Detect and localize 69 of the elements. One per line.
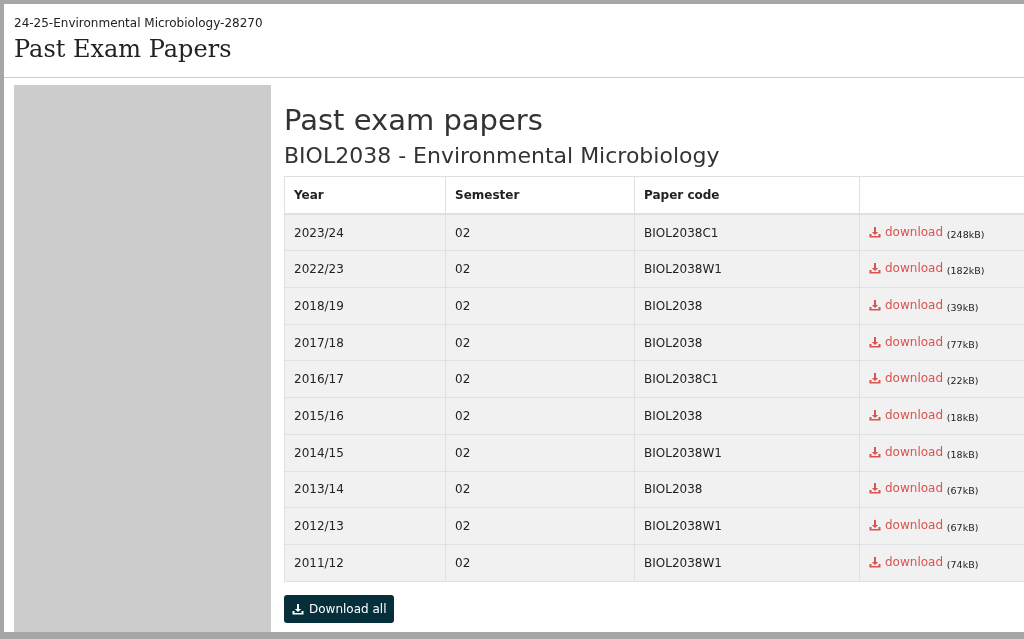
table-cell: BIOL2038 [634,397,860,435]
table-cell: BIOL2038C1 [634,360,860,398]
column-header: Paper code [634,176,860,214]
table-cell: 02 [445,397,635,435]
table-cell: 02 [445,434,635,471]
download-link[interactable]: download [869,444,944,459]
download-icon [869,298,881,311]
file-size: (182kB) [946,265,985,277]
table-cell: 2012/13 [284,507,446,545]
table-cell: 02 [445,213,635,251]
column-header: Semester [445,176,635,214]
table-cell: 2018/19 [284,287,446,325]
download-link[interactable]: download [869,334,944,349]
table-cell: 2016/17 [284,360,446,398]
table-cell: 02 [445,250,635,288]
file-size: (18kB) [946,448,979,460]
download-link[interactable]: download [869,518,944,533]
download-icon [869,372,881,385]
file-size: (74kB) [946,558,979,570]
table-cell: 2022/23 [284,250,446,288]
table-cell: BIOL2038W1 [634,434,860,471]
table-cell: 2023/24 [284,213,446,251]
file-size: (18kB) [946,411,979,423]
download-icon [292,602,304,615]
download-icon [869,335,881,348]
file-size: (67kB) [946,485,979,497]
course-heading: BIOL2038 - Environmental Microbiology [284,143,720,168]
download-link[interactable]: download [869,554,944,569]
download-link[interactable]: download [869,371,944,386]
table-cell: BIOL2038 [634,287,860,325]
table-cell: BIOL2038W1 [634,250,860,288]
table-cell: 02 [445,324,635,361]
table-cell: BIOL2038W1 [634,544,860,582]
table-cell: 2015/16 [284,397,446,435]
download-icon [869,555,881,568]
table-cell: 2013/14 [284,471,446,508]
file-size: (77kB) [946,338,979,350]
download-icon [869,225,881,238]
table-cell: 2011/12 [284,544,446,582]
file-size: (67kB) [946,522,979,534]
table-cell: 02 [445,544,635,582]
column-header: Year [284,176,446,214]
page-title: Past Exam Papers [14,35,232,63]
table-cell: BIOL2038W1 [634,507,860,545]
section-heading: Past exam papers [284,103,543,137]
download-icon [869,408,881,421]
download-icon [869,519,881,532]
breadcrumb: 24-25-Environmental Microbiology-28270 [14,16,263,30]
download-link[interactable]: download [869,481,944,496]
download-all-button[interactable]: Download all [284,594,395,623]
download-link[interactable]: download [869,224,944,239]
table-cell: BIOL2038 [634,471,860,508]
download-link[interactable]: download [869,297,944,312]
table-cell: 02 [445,471,635,508]
table-cell: 02 [445,287,635,325]
download-link[interactable]: download [869,261,944,276]
download-icon [869,482,881,495]
table-cell: 2017/18 [284,324,446,361]
file-size: (248kB) [946,228,985,240]
table-cell: 02 [445,507,635,545]
table-cell: BIOL2038C1 [634,213,860,251]
file-size: (39kB) [946,301,979,313]
table-cell: BIOL2038 [634,324,860,361]
table-cell: 2014/15 [284,434,446,471]
file-size: (22kB) [946,375,979,387]
download-icon [869,445,881,458]
table-cell: 02 [445,360,635,398]
download-icon [869,262,881,275]
download-link[interactable]: download [869,407,944,422]
